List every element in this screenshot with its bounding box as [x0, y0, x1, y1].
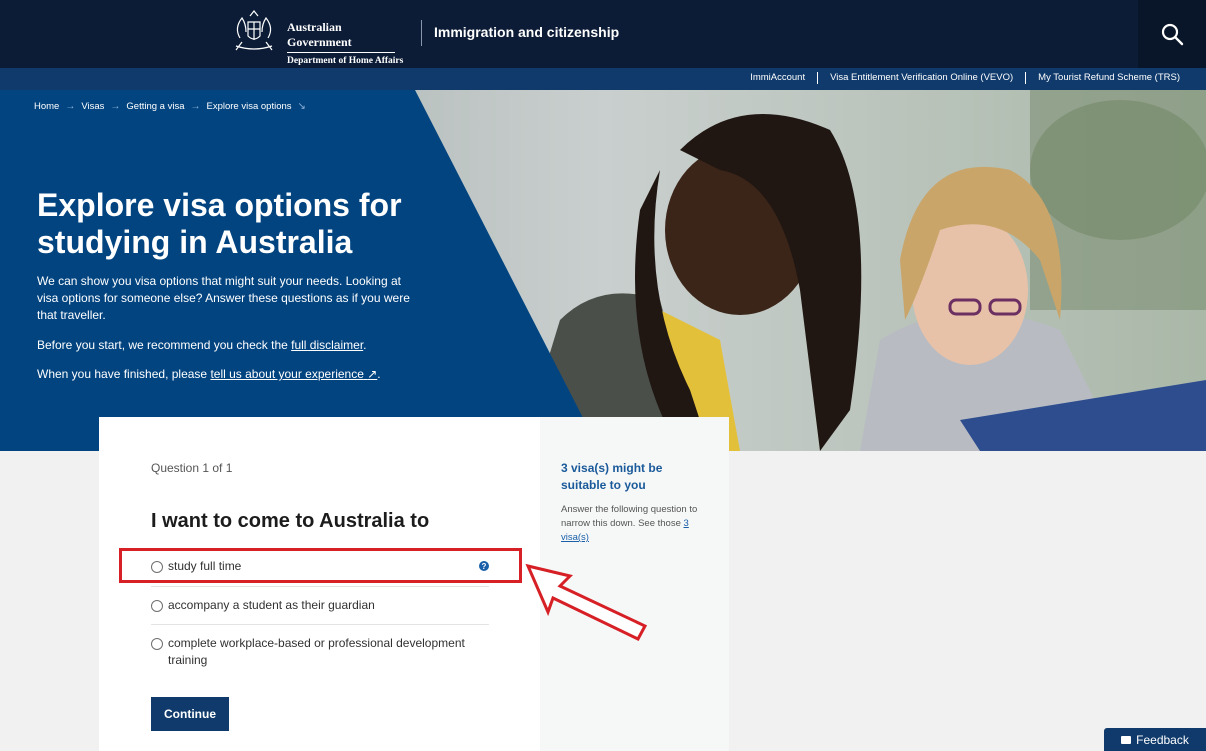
- arrow-right-icon: →: [65, 101, 76, 112]
- feedback-suffix: .: [377, 367, 381, 381]
- disclaimer-suffix: .: [363, 338, 367, 352]
- utility-links: ImmiAccount Visa Entitlement Verificatio…: [738, 72, 1192, 84]
- hero-feedback-text: When you have finished, please tell us a…: [37, 366, 417, 383]
- results-text: Answer the following question to narrow …: [561, 503, 716, 545]
- hero-disclaimer-text: Before you start, we recommend you check…: [37, 337, 417, 354]
- breadcrumb-home[interactable]: Home: [34, 101, 59, 112]
- results-text-prefix: Answer the following question to narrow …: [561, 504, 698, 529]
- breadcrumb: Home → Visas → Getting a visa → Explore …: [34, 101, 306, 112]
- option-label: accompany a student as their guardian: [168, 598, 375, 612]
- site-title[interactable]: Immigration and citizenship: [434, 24, 619, 40]
- government-logo-text[interactable]: Australian Government Department of Home…: [287, 20, 403, 66]
- arrow-right-icon: →: [110, 101, 121, 112]
- tell-us-experience-link[interactable]: tell us about your experience ↗: [210, 367, 377, 381]
- continue-button[interactable]: Continue: [151, 697, 229, 731]
- hero-intro: We can show you visa options that might …: [37, 274, 410, 322]
- gov-name: Australian Government: [287, 20, 395, 53]
- breadcrumb-explore-visa-options[interactable]: Explore visa options: [207, 101, 292, 112]
- radio-accompany-student[interactable]: [151, 600, 163, 612]
- page-title: Explore visa options for studying in Aus…: [37, 187, 402, 260]
- site-header: Australian Government Department of Home…: [0, 0, 1206, 68]
- breadcrumb-visas[interactable]: Visas: [81, 101, 104, 112]
- annotation-arrow-icon: [525, 563, 648, 641]
- search-button[interactable]: [1138, 0, 1206, 68]
- feedback-prefix: When you have finished, please: [37, 367, 211, 381]
- tell-us-experience-label: tell us about your experience: [210, 367, 364, 381]
- results-heading: 3 visa(s) might be suitable to you: [561, 461, 663, 492]
- feedback-label: Feedback: [1136, 732, 1189, 747]
- header-divider: [421, 20, 422, 46]
- coat-of-arms-icon: [235, 10, 273, 51]
- feedback-button[interactable]: Feedback: [1104, 728, 1206, 751]
- disclaimer-prefix: Before you start, we recommend you check…: [37, 338, 292, 352]
- question-counter: Question 1 of 1: [151, 461, 233, 475]
- option-divider: [151, 586, 489, 587]
- arrow-down-right-icon[interactable]: ↘: [298, 101, 306, 112]
- arrow-right-icon: →: [190, 101, 201, 112]
- question-title: I want to come to Australia to: [151, 510, 430, 532]
- utility-bar: ImmiAccount Visa Entitlement Verificatio…: [0, 68, 1206, 90]
- search-icon: [1161, 23, 1184, 46]
- option-accompany-student[interactable]: accompany a student as their guardian: [151, 597, 489, 614]
- chat-bubble-icon: [1121, 735, 1132, 744]
- option-label: complete workplace-based or professional…: [168, 636, 465, 667]
- annotation-highlight-box: [119, 548, 522, 583]
- utility-link-immiaccount[interactable]: ImmiAccount: [738, 72, 817, 84]
- option-workplace-training[interactable]: complete workplace-based or professional…: [151, 635, 489, 669]
- radio-workplace-training[interactable]: [151, 638, 163, 650]
- department-name: Department of Home Affairs: [287, 56, 404, 66]
- utility-link-trs[interactable]: My Tourist Refund Scheme (TRS): [1025, 72, 1192, 84]
- utility-link-vevo[interactable]: Visa Entitlement Verification Online (VE…: [817, 72, 1025, 84]
- option-divider: [151, 624, 489, 625]
- external-link-icon: ↗: [367, 367, 378, 381]
- full-disclaimer-link[interactable]: full disclaimer: [291, 338, 363, 352]
- breadcrumb-getting-a-visa[interactable]: Getting a visa: [126, 101, 184, 112]
